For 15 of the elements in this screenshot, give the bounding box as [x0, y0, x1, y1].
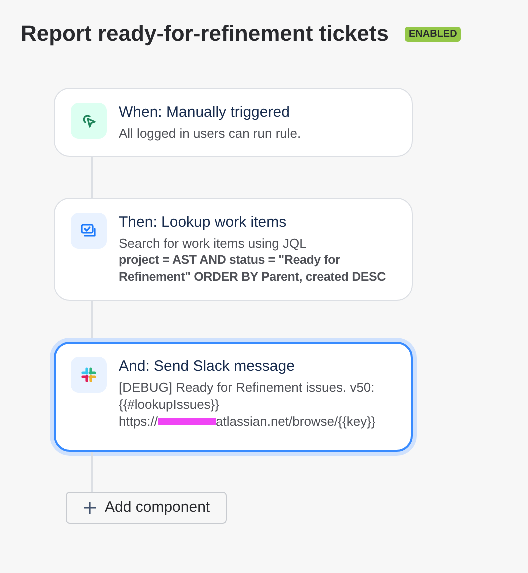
url-text: https://	[119, 413, 158, 430]
step-card[interactable]: Then: Lookup work items Search for work items using JQL project = AST AND status = "Ready for Refinement" ORDER BY Parent, created DESC	[54, 198, 413, 301]
step-description: {{#lookupIssues}}	[119, 396, 220, 413]
url-text: atlassian.net/browse/{{key}}	[216, 413, 376, 430]
step-description: All logged in users can run rule.	[119, 125, 302, 142]
step-description: [DEBUG] Ready for Refinement issues. v50:	[119, 379, 376, 396]
step-card[interactable]: When: Manually triggered All logged in users can run rule.	[54, 88, 413, 157]
add-component-button[interactable]: Add component	[66, 492, 228, 524]
step-title: When: Manually triggered	[119, 103, 291, 123]
jql-query: project = AST AND status = "Ready for Refinement" ORDER BY Parent, created DESC	[119, 252, 388, 286]
status-badge: ENABLED	[404, 26, 462, 42]
step-title: And: Send Slack message	[119, 357, 296, 377]
step-title: Then: Lookup work items	[119, 213, 288, 233]
step-description: Search for work items using JQL	[119, 235, 308, 252]
rule-title: Report ready-for-refinement tickets	[21, 20, 389, 48]
